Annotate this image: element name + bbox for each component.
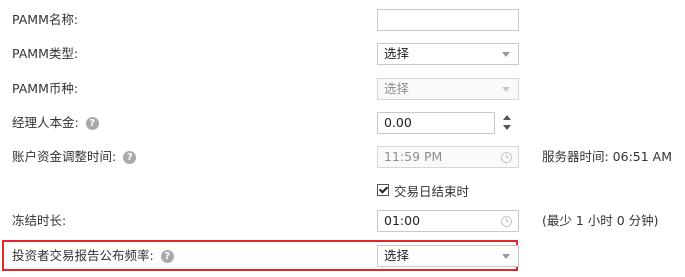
- manager-capital-label: 经理人本金: ?: [12, 112, 99, 134]
- pamm-type-label: PAMM类型:: [12, 46, 79, 61]
- arrow-down-icon[interactable]: [503, 125, 511, 130]
- manager-capital-stepper[interactable]: [501, 112, 513, 134]
- freeze-duration-hint: (最少 1 小时 0 分钟): [542, 213, 659, 228]
- pamm-name-label: PAMM名称:: [12, 12, 79, 27]
- arrow-up-icon[interactable]: [503, 115, 511, 120]
- chevron-down-icon: [502, 52, 510, 57]
- help-icon[interactable]: ?: [85, 116, 99, 130]
- end-of-day-checkbox-wrap[interactable]: 交易日结束时: [377, 179, 469, 201]
- freeze-duration-label: 冻结时长:: [12, 213, 67, 228]
- help-icon[interactable]: ?: [123, 150, 137, 164]
- clock-icon: [501, 152, 512, 163]
- pamm-name-input[interactable]: [377, 9, 519, 31]
- report-frequency-select[interactable]: 选择: [377, 245, 519, 267]
- end-of-day-checkbox-label: 交易日结束时: [394, 183, 470, 199]
- chevron-down-icon: [502, 87, 510, 92]
- balance-adjust-time-input[interactable]: 11:59 PM: [377, 146, 519, 168]
- pamm-currency-label: PAMM币种:: [12, 81, 79, 96]
- freeze-duration-input[interactable]: 01:00: [377, 210, 519, 232]
- balance-adjust-time-label: 账户资金调整时间: ?: [12, 146, 137, 168]
- pamm-type-select[interactable]: 选择: [377, 43, 519, 65]
- pamm-currency-select[interactable]: 选择: [377, 78, 519, 100]
- chevron-down-icon: [502, 254, 510, 259]
- report-frequency-label: 投资者交易报告公布频率: ?: [12, 245, 174, 267]
- server-time-text: 服务器时间: 06:51 AM: [542, 149, 673, 164]
- clock-icon: [501, 216, 512, 227]
- end-of-day-checkbox[interactable]: [377, 184, 389, 196]
- help-icon[interactable]: ?: [160, 249, 174, 263]
- manager-capital-input[interactable]: 0.00: [377, 112, 495, 134]
